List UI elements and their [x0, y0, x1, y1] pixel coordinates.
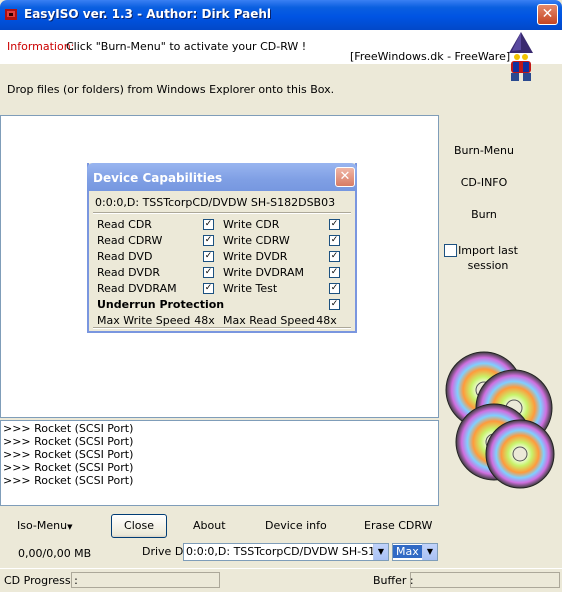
- cd-progress-label: CD Progress :: [4, 574, 78, 587]
- cap-write-cdrw: Write CDRW: [223, 234, 290, 247]
- drive-label: Drive D:: [142, 545, 187, 558]
- cap-underrun-checkbox[interactable]: ✓: [329, 299, 340, 310]
- dialog-bottom-divider: [93, 327, 351, 329]
- cd-progress-bar: [71, 572, 220, 588]
- cap-read-dvdr: Read DVDR: [97, 266, 161, 279]
- cap-read-cdr-checkbox[interactable]: ✓: [203, 219, 214, 230]
- max-read-speed-value: : 48x: [309, 314, 337, 327]
- window-title: EasyISO ver. 1.3 - Author: Dirk Paehl: [24, 7, 272, 21]
- speed-select[interactable]: Max ▼: [392, 543, 438, 561]
- cap-read-cdrw-checkbox[interactable]: ✓: [203, 235, 214, 246]
- cap-read-cdrw: Read CDRW: [97, 234, 163, 247]
- erase-cdrw-button[interactable]: Erase CDRW: [364, 519, 432, 532]
- log-list[interactable]: >>> Rocket (SCSI Port) >>> Rocket (SCSI …: [0, 420, 439, 506]
- log-line: >>> Rocket (SCSI Port): [3, 448, 134, 461]
- site-link[interactable]: [FreeWindows.dk - FreeWare]: [350, 50, 510, 63]
- cap-write-test: Write Test: [223, 282, 278, 295]
- iso-menu-label: Iso-Menu: [17, 519, 68, 532]
- dropdown-arrow-icon: ▼: [67, 523, 73, 531]
- import-last-session-label: Import last session: [458, 244, 518, 272]
- dialog-title: Device Capabilities: [93, 171, 223, 185]
- status-bar: CD Progress : Buffer :: [0, 568, 562, 592]
- dialog-divider: [93, 212, 351, 214]
- wizard-logo: [509, 32, 533, 81]
- cap-write-cdr: Write CDR: [223, 218, 280, 231]
- max-write-speed-value: : 48x: [187, 314, 215, 327]
- speed-select-value: Max: [393, 545, 422, 558]
- info-label: Information:: [7, 40, 75, 53]
- device-info-button[interactable]: Device info: [265, 519, 327, 532]
- info-text: Click "Burn-Menu" to activate your CD-RW…: [66, 40, 307, 53]
- cap-write-dvdr-checkbox[interactable]: ✓: [329, 251, 340, 262]
- cap-underrun-protection: Underrun Protection: [97, 298, 225, 311]
- drop-hint: Drop files (or folders) from Windows Exp…: [7, 83, 335, 96]
- about-button[interactable]: About: [193, 519, 226, 532]
- max-read-speed-label: Max Read Speed: [223, 314, 315, 327]
- burn-button[interactable]: Burn: [441, 208, 527, 221]
- log-line: >>> Rocket (SCSI Port): [3, 474, 134, 487]
- chevron-down-icon[interactable]: ▼: [422, 544, 437, 560]
- close-button[interactable]: Close: [111, 514, 167, 538]
- cap-read-dvd: Read DVD: [97, 250, 153, 263]
- log-line: >>> Rocket (SCSI Port): [3, 422, 134, 435]
- buffer-label: Buffer :: [373, 574, 414, 587]
- cap-read-dvdr-checkbox[interactable]: ✓: [203, 267, 214, 278]
- title-bar: EasyISO ver. 1.3 - Author: Dirk Paehl ✕: [0, 0, 562, 30]
- dialog-close-button[interactable]: ✕: [335, 167, 355, 187]
- cap-write-dvdr: Write DVDR: [223, 250, 288, 263]
- dialog-device-name: 0:0:0,D: TSSTcorpCD/DVDW SH-S182DSB03: [95, 196, 336, 209]
- device-capabilities-dialog: Device Capabilities ✕ 0:0:0,D: TSSTcorpC…: [87, 163, 357, 333]
- log-line: >>> Rocket (SCSI Port): [3, 435, 134, 448]
- cap-read-dvdram: Read DVDRAM: [97, 282, 177, 295]
- app-icon: [5, 9, 17, 20]
- info-bar: Information: Click "Burn-Menu" to activa…: [0, 30, 562, 64]
- cap-read-cdr: Read CDR: [97, 218, 152, 231]
- chevron-down-icon[interactable]: ▼: [373, 544, 388, 560]
- import-last-session-checkbox[interactable]: [444, 244, 457, 257]
- cap-read-dvdram-checkbox[interactable]: ✓: [203, 283, 214, 294]
- cap-write-cdrw-checkbox[interactable]: ✓: [329, 235, 340, 246]
- cap-write-cdr-checkbox[interactable]: ✓: [329, 219, 340, 230]
- burn-menu-button[interactable]: Burn-Menu: [441, 144, 527, 157]
- log-line: >>> Rocket (SCSI Port): [3, 461, 134, 474]
- drive-select[interactable]: 0:0:0,D: TSSTcorpCD/DVDW SH-S182DSB03 ▼: [183, 543, 389, 561]
- cap-read-dvd-checkbox[interactable]: ✓: [203, 251, 214, 262]
- drive-select-value: 0:0:0,D: TSSTcorpCD/DVDW SH-S182DSB03: [186, 545, 388, 558]
- cap-write-dvdram: Write DVDRAM: [223, 266, 305, 279]
- cd-info-button[interactable]: CD-INFO: [441, 176, 527, 189]
- size-readout: 0,00/0,00 MB: [18, 547, 92, 560]
- iso-menu-button[interactable]: Iso-Menu▼: [17, 519, 72, 532]
- max-write-speed-label: Max Write Speed: [97, 314, 191, 327]
- cap-write-dvdram-checkbox[interactable]: ✓: [329, 267, 340, 278]
- cap-write-test-checkbox[interactable]: ✓: [329, 283, 340, 294]
- buffer-bar: [410, 572, 560, 588]
- dialog-title-bar: Device Capabilities ✕: [87, 163, 357, 191]
- cd-discs-image: [445, 351, 555, 489]
- window-close-button[interactable]: ✕: [537, 4, 558, 25]
